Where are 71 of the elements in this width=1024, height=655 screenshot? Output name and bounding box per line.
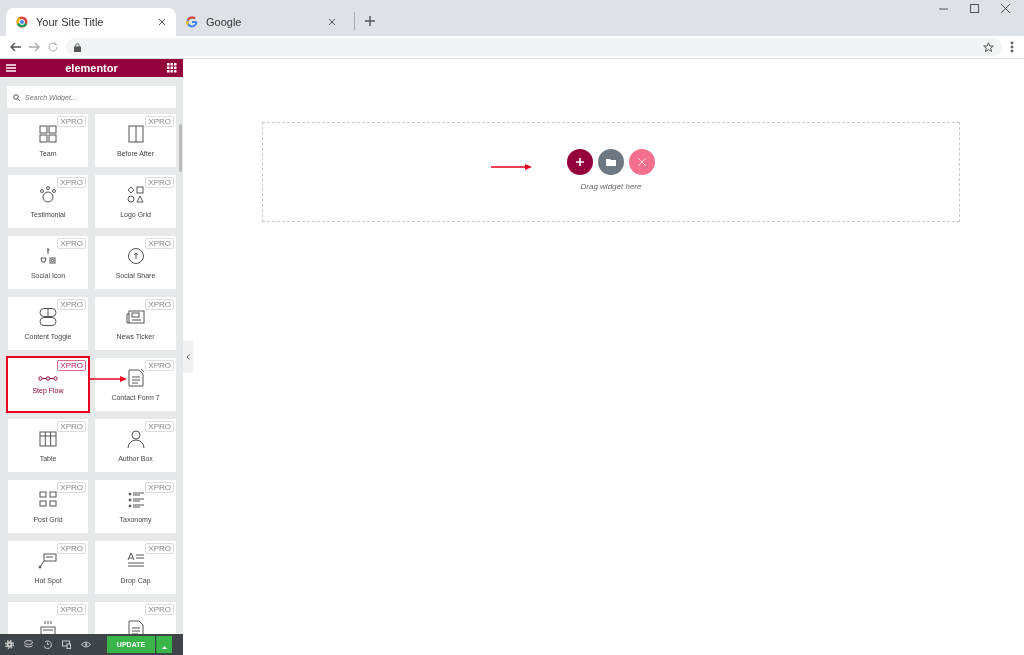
caret-icon [162, 646, 167, 649]
scrollbar-thumb[interactable] [179, 124, 182, 172]
form-icon [125, 368, 146, 388]
pro-badge: XPRO [57, 299, 86, 310]
close-icon[interactable] [158, 18, 166, 26]
document-icon [125, 618, 146, 634]
more-icon[interactable] [1010, 41, 1014, 53]
menu-icon[interactable] [6, 64, 16, 72]
pro-badge: XPRO [145, 360, 174, 371]
table-icon [38, 429, 58, 449]
browser-tab[interactable]: Google [176, 8, 346, 36]
layers-icon[interactable] [24, 640, 33, 649]
pro-badge: XPRO [57, 177, 86, 188]
pro-badge: XPRO [57, 238, 86, 249]
settings-icon[interactable] [5, 640, 14, 649]
drop-hint: Drag widget here [580, 182, 642, 191]
pro-badge: XPRO [57, 360, 86, 371]
shapes-icon [125, 185, 146, 205]
browser-tab[interactable]: Your Site Title [6, 8, 176, 36]
browser-logo-icon [16, 16, 28, 28]
widget-card[interactable]: XPRO [95, 602, 176, 634]
pro-badge: XPRO [145, 238, 174, 249]
pro-badge: XPRO [57, 543, 86, 554]
pro-badge: XPRO [57, 604, 86, 615]
plus-icon[interactable] [365, 16, 375, 26]
close-icon[interactable] [1001, 4, 1010, 13]
multicolor-g-icon [186, 16, 198, 28]
dropdown-button[interactable] [156, 636, 172, 653]
chevron-left-icon [186, 354, 190, 360]
pro-badge: XPRO [145, 421, 174, 432]
toggle-icon [38, 307, 58, 327]
pro-badge: XPRO [145, 116, 174, 127]
grid-icon[interactable] [167, 63, 177, 73]
people-circle-icon [38, 185, 58, 205]
close-icon[interactable] [328, 18, 336, 26]
collapse-handle[interactable] [183, 341, 193, 373]
annotation-arrow [491, 163, 533, 171]
tooltip-icon [38, 551, 58, 571]
widget-card[interactable]: XPRO [8, 602, 88, 634]
folder-icon [606, 158, 616, 166]
brand-logo: elementor [65, 62, 118, 74]
social-icons-icon [38, 246, 58, 266]
person-icon [125, 429, 146, 449]
kit-button[interactable] [629, 149, 655, 175]
cross-arrows-icon [637, 157, 647, 167]
pro-badge: XPRO [57, 116, 86, 127]
eye-icon[interactable] [81, 640, 91, 649]
star-icon[interactable] [983, 41, 994, 53]
pro-badge: XPRO [145, 482, 174, 493]
annotation-arrow [88, 375, 128, 383]
circle-icon [125, 246, 146, 266]
lock-icon [74, 42, 81, 52]
pro-badge: XPRO [145, 543, 174, 554]
template-button[interactable] [598, 149, 624, 175]
card-list-icon [38, 618, 58, 634]
plus-icon [576, 158, 584, 166]
pro-badge: XPRO [145, 299, 174, 310]
step-dots-icon [38, 375, 58, 381]
pro-badge: XPRO [145, 604, 174, 615]
responsive-icon[interactable] [62, 640, 71, 649]
back-icon[interactable] [10, 42, 21, 52]
grid-icon [38, 124, 58, 144]
newspaper-icon [125, 307, 146, 327]
maximize-icon[interactable] [970, 4, 979, 13]
split-rectangle-icon [125, 124, 146, 144]
history-icon[interactable] [43, 640, 52, 649]
pro-badge: XPRO [57, 482, 86, 493]
pro-badge: XPRO [57, 421, 86, 432]
card-grid-icon [38, 490, 58, 510]
add-button[interactable] [567, 149, 593, 175]
pro-badge: XPRO [145, 177, 174, 188]
